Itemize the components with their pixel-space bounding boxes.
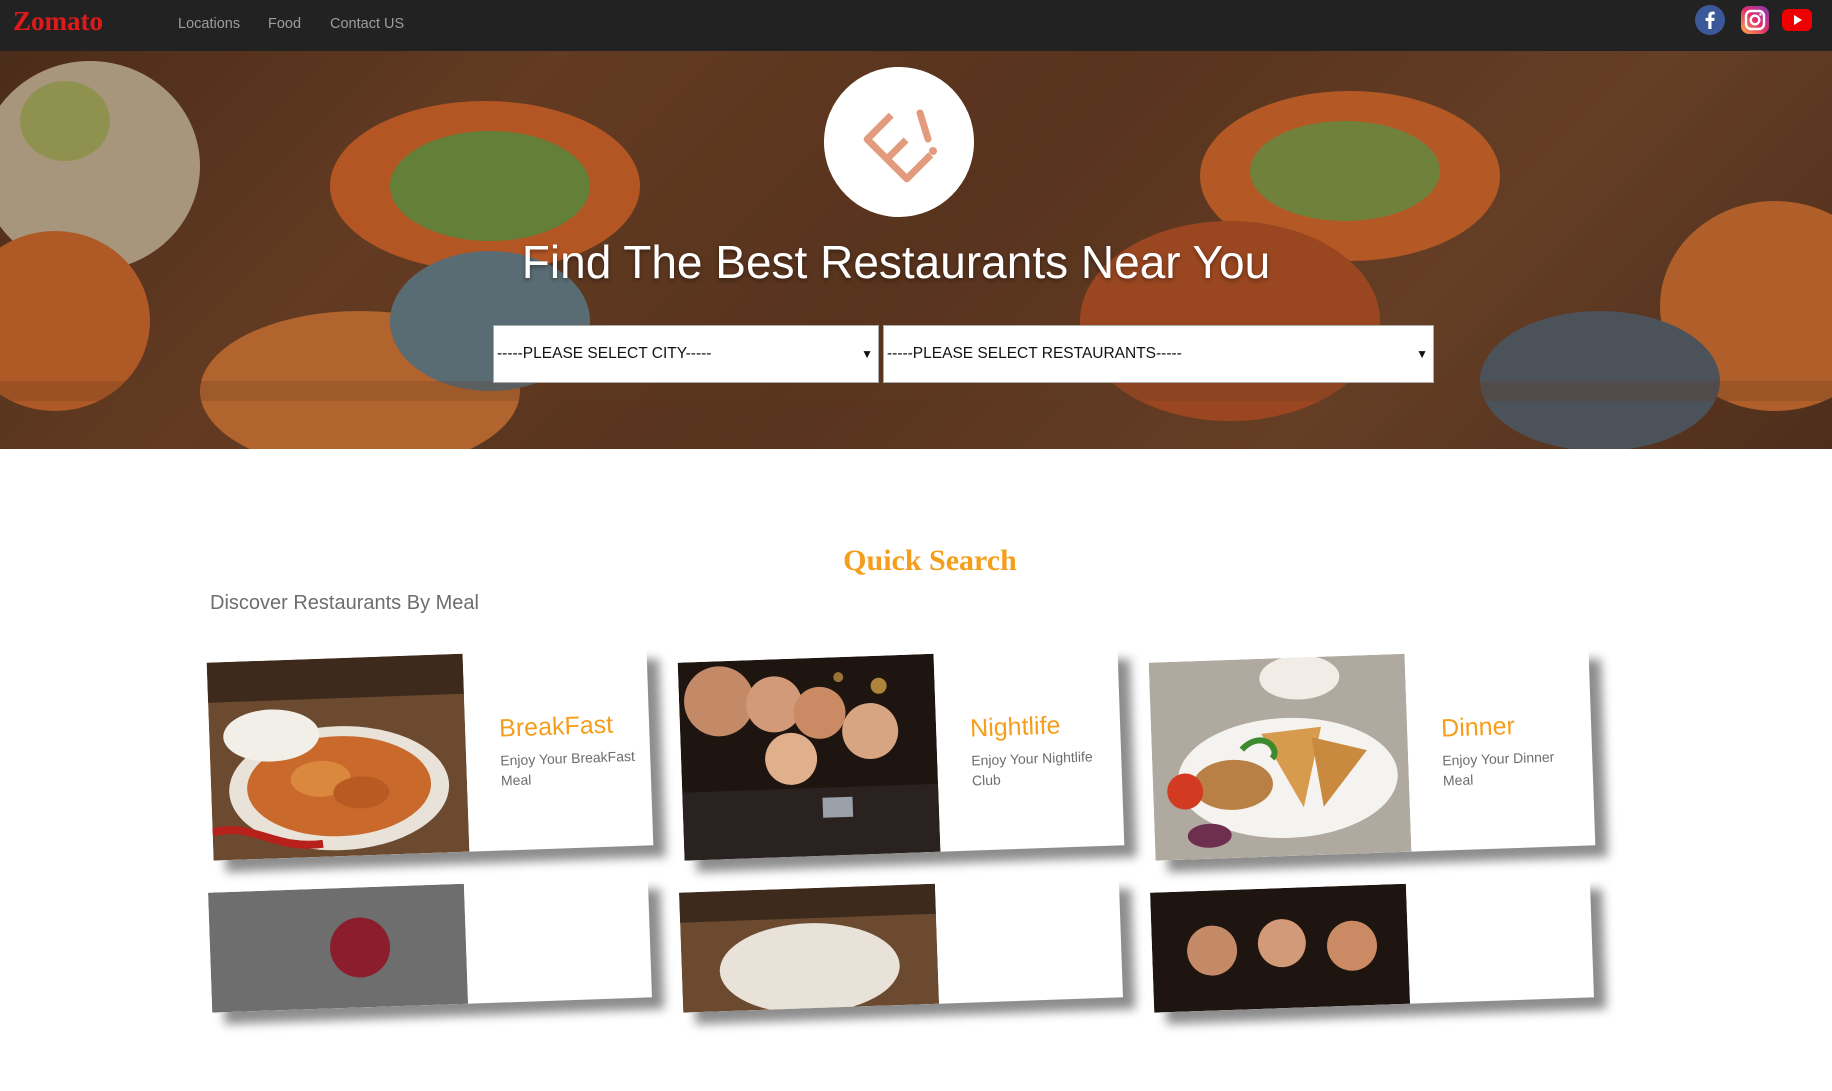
nightlife-image xyxy=(677,653,941,861)
nav-link-locations[interactable]: Locations xyxy=(178,16,240,32)
nav-link-contact[interactable]: Contact US xyxy=(330,16,404,32)
city-select-value: -----PLEASE SELECT CITY----- xyxy=(497,345,712,362)
youtube-icon[interactable] xyxy=(1782,5,1812,35)
meal-card-partial[interactable] xyxy=(1150,877,1594,1013)
city-select[interactable]: -----PLEASE SELECT CITY----- ▼ xyxy=(493,325,879,383)
card-description: Enjoy Your Dinner Meal xyxy=(1441,748,1555,789)
card-title: BreakFast xyxy=(498,710,614,743)
meal-card-partial[interactable] xyxy=(208,877,652,1013)
lunch-image xyxy=(679,883,942,1091)
meal-card-breakfast[interactable]: BreakFast Enjoy Your BreakFast Meal xyxy=(206,647,654,861)
nav-link-food[interactable]: Food xyxy=(268,16,301,32)
card-description: Enjoy Your Nightlife Club xyxy=(970,748,1093,789)
quick-search-subtitle: Discover Restaurants By Meal xyxy=(210,592,479,614)
chevron-down-icon: ▼ xyxy=(1416,347,1428,361)
meal-card-nightlife[interactable]: Nightlife Enjoy Your Nightlife Club xyxy=(677,647,1125,861)
instagram-icon[interactable] xyxy=(1740,5,1770,35)
card-title: Dinner xyxy=(1440,712,1516,743)
meal-card-partial[interactable] xyxy=(679,877,1123,1014)
brand-logo[interactable]: Zomato xyxy=(13,6,103,37)
hero-banner: Find The Best Restaurants Near You -----… xyxy=(0,51,1832,449)
restaurant-select-value: -----PLEASE SELECT RESTAURANTS----- xyxy=(887,345,1182,362)
meal-card-dinner[interactable]: Dinner Enjoy Your Dinner Meal xyxy=(1148,647,1596,861)
dessert-image xyxy=(208,883,471,1091)
logo-e-icon xyxy=(824,67,974,217)
hero-title: Find The Best Restaurants Near You xyxy=(521,236,1271,288)
card-description: Enjoy Your BreakFast Meal xyxy=(499,747,636,789)
dinner-image xyxy=(1148,653,1412,861)
quick-search-title: Quick Search xyxy=(843,544,1017,577)
card-title: Nightlife xyxy=(969,711,1061,743)
party-image xyxy=(1150,883,1413,1091)
chevron-down-icon: ▼ xyxy=(861,347,873,361)
navbar: Zomato Locations Food Contact US xyxy=(0,0,1832,52)
restaurant-select[interactable]: -----PLEASE SELECT RESTAURANTS----- ▼ xyxy=(883,325,1434,383)
facebook-icon[interactable] xyxy=(1695,5,1725,35)
breakfast-image xyxy=(206,653,470,861)
